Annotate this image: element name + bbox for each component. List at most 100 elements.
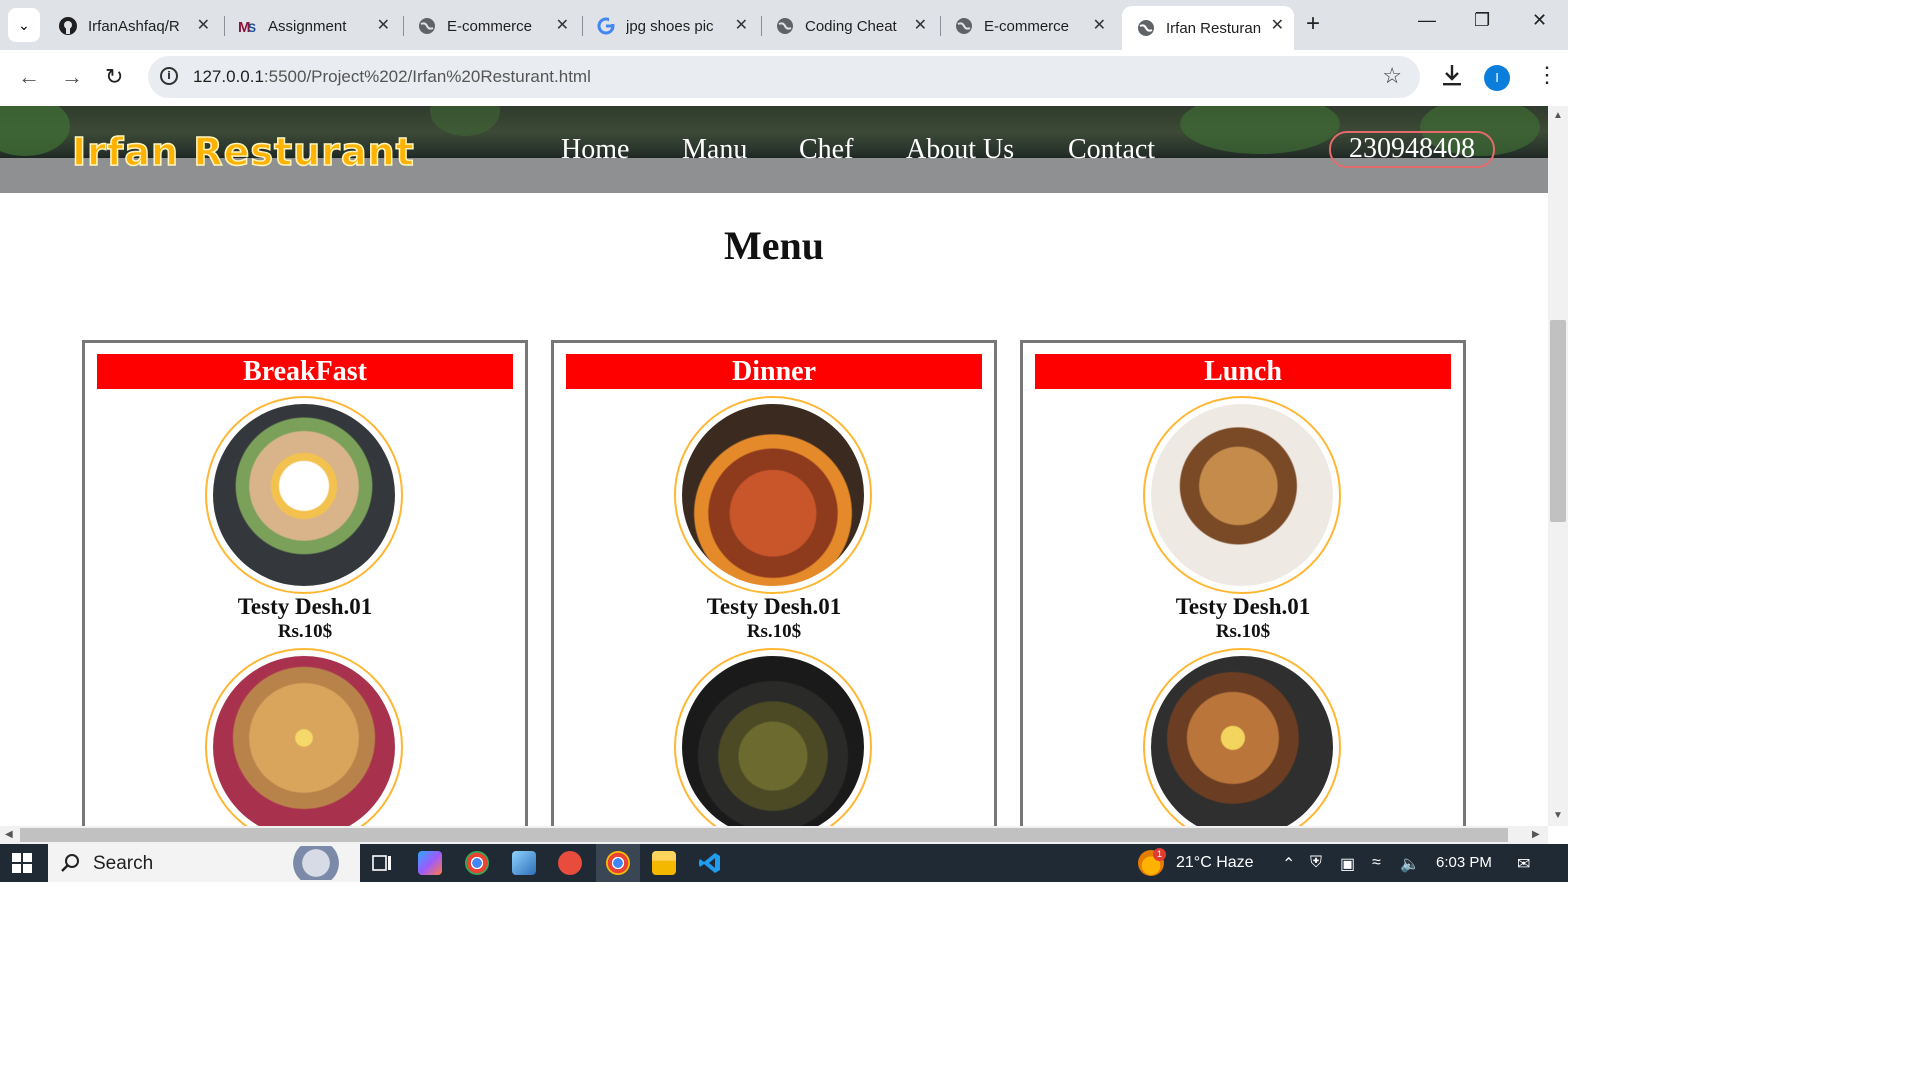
notification-icon[interactable]: ✉ (1517, 854, 1530, 874)
menu-card-lunch: Lunch Testy Desh.01 Rs.10$ (1020, 340, 1466, 826)
category-title: Lunch (1035, 354, 1451, 389)
close-window-icon[interactable]: ✕ (1532, 10, 1547, 31)
weather-text[interactable]: 21°C Haze (1176, 854, 1254, 872)
svg-text:S: S (248, 21, 256, 35)
tab-title: Assignment (268, 17, 347, 35)
phone-number-button[interactable]: 230948408 (1329, 131, 1495, 168)
taskbar-search-box[interactable]: Search (48, 844, 360, 882)
file-explorer-icon[interactable] (652, 851, 676, 875)
dish-photo (1151, 404, 1333, 586)
dish-image[interactable] (674, 648, 872, 826)
google-icon (596, 16, 616, 36)
dish-price: Rs.10$ (746, 621, 802, 642)
dish-price: Rs.10$ (1215, 621, 1271, 642)
dish-photo (1151, 656, 1333, 826)
site-logo[interactable]: Irfan Resturant (71, 129, 415, 175)
menu-card-breakfast: BreakFast Testy Desh.01 Rs.10$ (82, 340, 528, 826)
search-icon (60, 852, 82, 879)
close-icon[interactable]: ✕ (556, 17, 569, 35)
tab-ecommerce-1[interactable]: E-commerce ✕ (403, 6, 579, 46)
dish-image[interactable] (1143, 396, 1341, 594)
tab-title: IrfanAshfaq/R (88, 17, 180, 35)
clock-time[interactable]: 6:03 PM (1436, 854, 1492, 871)
horizontal-scroll-thumb[interactable] (20, 828, 1508, 842)
dish-image[interactable] (1143, 648, 1341, 826)
dish-name: Testy Desh.01 (237, 594, 373, 619)
tab-github[interactable]: IrfanAshfaq/R ✕ (44, 6, 220, 46)
scroll-right-arrow-icon[interactable]: ▶ (1532, 829, 1540, 840)
close-icon[interactable]: ✕ (197, 17, 210, 35)
download-icon[interactable] (1440, 62, 1464, 93)
chrome-icon[interactable] (465, 851, 489, 875)
header-leaf-decoration (0, 106, 70, 156)
dish-name: Testy Desh.01 (1175, 594, 1311, 619)
tab-search-button[interactable]: ⌄ (8, 8, 40, 42)
horizontal-scrollbar[interactable]: ◀ ▶ (0, 826, 1548, 844)
url-text: 127.0.0.1:5500/Project%202/Irfan%20Restu… (193, 67, 591, 86)
site-info-icon[interactable]: i (160, 67, 178, 85)
menu-card-dinner: Dinner Testy Desh.01 Rs.10$ (551, 340, 997, 826)
globe-icon (1136, 18, 1156, 38)
globe-icon (775, 16, 795, 36)
vertical-scrollbar[interactable]: ▲ ▼ (1548, 106, 1568, 826)
vertical-scroll-thumb[interactable] (1550, 320, 1566, 522)
task-view-icon[interactable] (370, 851, 394, 875)
minimize-icon[interactable]: — (1418, 10, 1436, 31)
tab-title: E-commerce (447, 17, 533, 35)
dish-image[interactable] (205, 648, 403, 826)
volume-icon[interactable]: 🔈 (1400, 854, 1420, 874)
site-header: Irfan Resturant Home Manu Chef About Us … (0, 106, 1548, 193)
bookmark-star-icon[interactable]: ☆ (1382, 63, 1402, 89)
copilot-icon[interactable] (418, 851, 442, 875)
nav-contact[interactable]: Contact (1068, 134, 1155, 166)
search-label: Search (93, 853, 154, 874)
chevron-up-icon[interactable]: ⌃ (1282, 854, 1295, 874)
chrome-active-icon[interactable] (606, 851, 630, 875)
wifi-icon[interactable]: ≈ (1372, 854, 1381, 872)
dish-image[interactable] (205, 396, 403, 594)
header-leaf-decoration (1180, 106, 1340, 154)
nav-chef[interactable]: Chef (799, 134, 853, 166)
scroll-up-arrow-icon[interactable]: ▲ (1553, 110, 1563, 121)
dish-photo (682, 656, 864, 826)
tab-title: E-commerce (984, 17, 1070, 35)
wps-office-icon[interactable] (558, 851, 582, 875)
windows-start-icon[interactable] (12, 853, 32, 878)
lms-icon: MS (238, 16, 258, 36)
profile-avatar[interactable]: I (1484, 65, 1510, 91)
reload-icon[interactable]: ↻ (105, 64, 123, 90)
forward-icon[interactable]: → (61, 64, 83, 90)
header-leaf-decoration (430, 106, 500, 136)
nav-menu[interactable]: Manu (682, 134, 747, 166)
tab-assignment[interactable]: MS Assignment ✕ (224, 6, 400, 46)
address-bar[interactable]: i 127.0.0.1:5500/Project%202/Irfan%20Res… (148, 56, 1420, 98)
close-icon[interactable]: ✕ (1271, 17, 1284, 35)
dish-image[interactable] (674, 396, 872, 594)
scroll-down-arrow-icon[interactable]: ▼ (1553, 810, 1563, 821)
battery-icon[interactable]: ▣ (1340, 854, 1355, 874)
nav-about-us[interactable]: About Us (906, 134, 1014, 166)
close-icon[interactable]: ✕ (914, 17, 927, 35)
app-icon[interactable] (512, 851, 536, 875)
close-icon[interactable]: ✕ (735, 17, 748, 35)
new-tab-button[interactable]: + (1306, 12, 1320, 36)
close-icon[interactable]: ✕ (1093, 17, 1106, 35)
tab-google-search[interactable]: jpg shoes pic ✕ (582, 6, 758, 46)
tab-title: jpg shoes pic (626, 17, 714, 35)
dish-photo (682, 404, 864, 586)
security-shield-icon[interactable]: ⛨ (1310, 854, 1322, 872)
tab-coding-cheat[interactable]: Coding Cheat ✕ (761, 6, 937, 46)
scroll-left-arrow-icon[interactable]: ◀ (5, 829, 13, 840)
tab-title: Coding Cheat (805, 17, 897, 35)
tab-irfan-resturant[interactable]: Irfan Resturan ✕ (1122, 6, 1294, 50)
restore-icon[interactable]: ❐ (1474, 10, 1490, 31)
dish-price: Rs.10$ (277, 621, 333, 642)
vscode-icon[interactable] (698, 851, 722, 875)
tab-ecommerce-2[interactable]: E-commerce ✕ (940, 6, 1116, 46)
close-icon[interactable]: ✕ (377, 17, 390, 35)
back-icon[interactable]: ← (18, 64, 40, 90)
page-viewport: Irfan Resturant Home Manu Chef About Us … (0, 106, 1548, 826)
nav-home[interactable]: Home (561, 134, 629, 166)
more-menu-icon[interactable]: ⋮ (1536, 62, 1558, 88)
search-highlight-image (288, 846, 358, 880)
